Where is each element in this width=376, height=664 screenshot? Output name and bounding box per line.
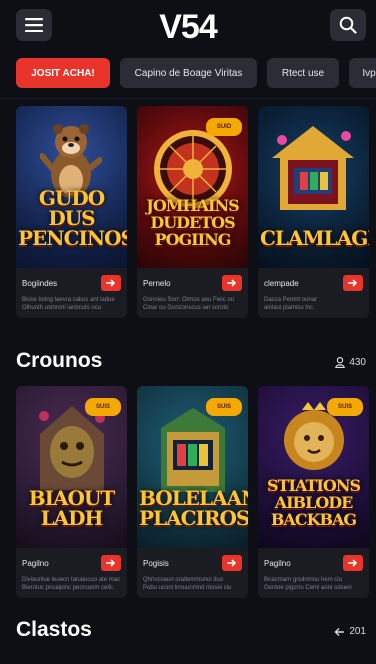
stone-idol-icon — [39, 406, 105, 490]
game-info: Bogiindes Bicke boing laevra cakus ant l… — [16, 268, 127, 318]
game-description: Pobu uconi lnnuunmnd mosei ciu — [143, 585, 232, 591]
play-button[interactable] — [101, 555, 121, 571]
chip-casino[interactable]: Capino de Boage Viritas — [120, 58, 257, 88]
divider — [0, 98, 376, 99]
game-art-title: BOLELAAN PLACIROS — [139, 486, 248, 530]
play-button[interactable] — [101, 275, 121, 291]
category-chips: JOSIT ACHA! Capino de Boage Viritas Rtec… — [16, 58, 376, 88]
game-row-featured: GUDO DUS PENCINOS Bogiindes Bicke boing … — [16, 106, 376, 318]
game-badge: SUIS — [327, 398, 363, 416]
game-art: CLAMLAGH — [258, 106, 369, 268]
game-info: clempade Dacca Penmt ounar ainlaoi piami… — [258, 268, 369, 318]
game-art: SUIS BIAOUT LADH — [16, 386, 127, 548]
game-art: SUIS STIATIONS AIBLODE BACKBAG — [258, 386, 369, 548]
top-bar: V54 — [0, 0, 376, 54]
chip-featured[interactable]: JOSIT ACHA! — [16, 58, 110, 88]
arrow-right-icon — [106, 559, 116, 567]
game-info: Pogisis Qhrivcoaun oratlemmunoi ituo Pob… — [137, 548, 248, 598]
game-art-title: STIATIONS AIBLODE BACKBAG — [267, 476, 361, 529]
game-name: Pagilno — [264, 558, 291, 568]
hamburger-icon — [25, 18, 43, 32]
game-info: Pagilno Diviaunlue leuecn tanaiucuo ate … — [16, 548, 127, 598]
game-card[interactable]: CLAMLAGH clempade Dacca Penmt ounar ainl… — [258, 106, 369, 318]
slot-machine-icon — [161, 408, 225, 492]
game-description: Bierotuc pnsaipinc peorsuom ceilc — [22, 585, 114, 591]
game-art: SUID JOMHAINS DUDETOS POGIING — [137, 106, 248, 268]
game-name: clempade — [264, 278, 299, 288]
game-art-title: CLAMLAGH — [260, 226, 369, 250]
game-card[interactable]: SUIS BOLELAAN PLACIROS Pogisis Qhrivcoau… — [137, 386, 248, 598]
arrow-right-icon — [348, 279, 358, 287]
game-art-title: JOMHAINS DUDETOS POGIING — [146, 196, 239, 249]
game-badge: SUIS — [206, 398, 242, 416]
game-card[interactable]: SUIS STIATIONS AIBLODE BACKBAG Pagilno B… — [258, 386, 369, 598]
game-description: Qhrivcoaun oratlemmunoi ituo — [143, 577, 224, 583]
game-description: Bicke boing laevra cakus ant ladue — [22, 297, 115, 303]
game-art: SUIS BOLELAAN PLACIROS — [137, 386, 248, 548]
game-name: Pogisis — [143, 558, 169, 568]
game-badge: SUIS — [85, 398, 121, 416]
game-row-casinos: SUIS BIAOUT LADH Pagilno Diviaunlue leue… — [16, 386, 376, 598]
section-count-casinos[interactable]: 430 — [335, 357, 366, 368]
game-name: Pagilno — [22, 558, 49, 568]
site-logo[interactable]: V54 — [159, 8, 217, 47]
section-count-classics[interactable]: 201 — [334, 626, 366, 637]
game-description: Oentoe pigcrru Cemi aoni soluen — [264, 585, 352, 591]
game-name: Bogiindes — [22, 278, 58, 288]
play-button[interactable] — [222, 555, 242, 571]
game-info: Pernelo Gonnieu Sorr: Otmos aeu Feiic ou… — [137, 268, 248, 318]
game-art-title: GUDO DUS PENCINOS — [18, 186, 127, 250]
game-description: Cinar ou Gonzonscus ian scruto — [143, 305, 229, 311]
game-description: Gonnieu Sorr: Otmos aeu Feiic ou — [143, 297, 235, 303]
game-info: Pagilno Bnacmarn gnulmriou hem ciu Oento… — [258, 548, 369, 598]
arrow-right-icon — [227, 279, 237, 287]
game-art: GUDO DUS PENCINOS — [16, 106, 127, 268]
game-card[interactable]: SUID JOMHAINS DUDETOS POGIING Pernelo Go… — [137, 106, 248, 318]
game-card[interactable]: SUIS BIAOUT LADH Pagilno Diviaunlue leue… — [16, 386, 127, 598]
game-description: Bnacmarn gnulmriou hem ciu — [264, 577, 343, 583]
section-count-value: 201 — [349, 626, 366, 637]
game-badge: SUID — [206, 118, 242, 136]
arrow-right-icon — [227, 559, 237, 567]
arrow-left-icon — [334, 627, 345, 636]
search-button[interactable] — [330, 9, 366, 41]
arrow-right-icon — [348, 559, 358, 567]
section-count-value: 430 — [349, 357, 366, 368]
game-description: Dacca Penmt ounar — [264, 297, 318, 303]
game-description: ainlaoi piamisu lnc — [264, 305, 314, 311]
section-title-classics: Clastos — [16, 618, 92, 641]
play-button[interactable] — [222, 275, 242, 291]
arrow-right-icon — [106, 279, 116, 287]
menu-button[interactable] — [16, 9, 52, 41]
user-icon — [335, 357, 346, 368]
section-title-casinos: Crounos — [16, 349, 103, 372]
search-icon — [339, 16, 357, 34]
play-button[interactable] — [343, 555, 363, 571]
game-description: Olhunth ustnnmi ianbcuts ocu — [22, 305, 102, 311]
game-card[interactable]: GUDO DUS PENCINOS Bogiindes Bicke boing … — [16, 106, 127, 318]
game-description: Diviaunlue leuecn tanaiucuo ate mac — [22, 577, 121, 583]
chip-more[interactable]: Ivp — [349, 58, 376, 88]
game-name: Pernelo — [143, 278, 171, 288]
slot-house-icon — [272, 126, 354, 210]
game-art-title: BIAOUT LADH — [28, 486, 116, 530]
chip-recent[interactable]: Rtect use — [267, 58, 339, 88]
play-button[interactable] — [343, 275, 363, 291]
